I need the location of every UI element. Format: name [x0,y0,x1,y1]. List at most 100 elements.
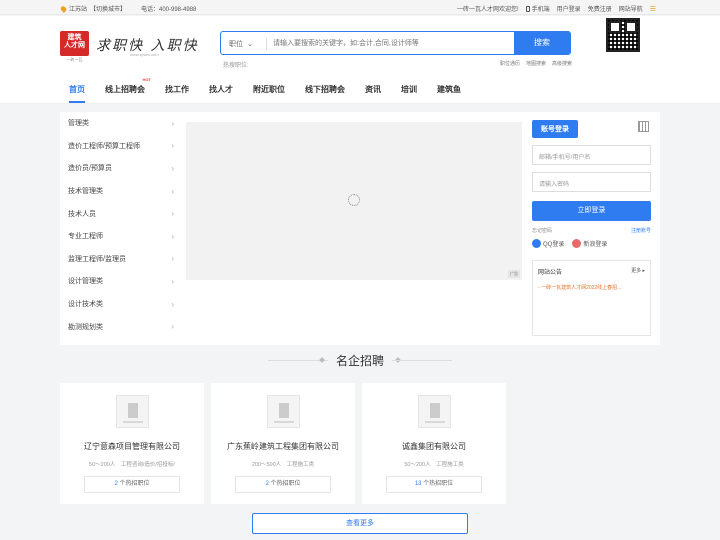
social-logins: QQ登录 新浪登录 [532,239,651,248]
chevron-right-icon: › [171,141,174,151]
ad-tag: 广告 [508,270,520,278]
nav-home[interactable]: 首页 [69,84,85,103]
site-nav-link[interactable]: 网站导航 [619,4,643,13]
nav-offline-fair[interactable]: 线下招聘会 [305,84,345,103]
nav-training[interactable]: 培训 [401,84,417,103]
category-label: 勘测规划类 [68,323,103,331]
password-field[interactable]: 请输入密码 [532,172,651,192]
forgot-password-link[interactable]: 忘记密码 [532,227,552,234]
weibo-label: 新浪登录 [583,242,608,248]
company-jobs-button[interactable]: 2 个热招职位 [84,476,180,493]
view-more-button[interactable]: 查看更多 [252,513,468,534]
category-label: 造价员/预算员 [68,165,112,173]
category-item[interactable]: 管理类 › [68,112,180,135]
hot-search-label: 热搜职位: [223,63,249,69]
search-type-select[interactable]: 职位 [229,39,253,49]
phone-icon [525,6,530,12]
header: 建筑 人才网 一砖一瓦 求职快 入职快 www.zpwm.com 职位 搜索 热… [0,16,720,73]
nav-news[interactable]: 资讯 [365,84,381,103]
nav-nearby-jobs[interactable]: 附近职位 [253,84,285,103]
nav-online-fair[interactable]: 线上招聘会 HOT [105,77,151,103]
category-item[interactable]: 专业工程师 › [68,225,180,248]
category-item[interactable]: 技术人员 › [68,202,180,225]
search-divider [266,38,267,50]
top-links: 一砖一瓦人才网欢迎您! 手机端 用户登录 免费注册 网站导航 ☰ [456,4,656,14]
search-input[interactable] [273,32,513,54]
jobs-suffix: 个热招职位 [270,481,301,487]
company-name: 辽宁意森项目管理有限公司 [84,442,180,451]
logo-line2: 人才网 [64,42,85,49]
notice-item-text: 一砖一瓦建筑人才网2022线上春招... [541,285,622,291]
weibo-login[interactable]: 新浪登录 [572,239,607,248]
welcome-text: 一砖一瓦人才网欢迎您! [456,7,519,13]
nav-find-talent[interactable]: 找人才 [209,84,233,103]
username-field[interactable]: 邮箱/手机号/用户名 [532,145,651,165]
chevron-right-icon: › [171,163,174,173]
mobile-link[interactable]: 手机端 [525,4,550,13]
company-card[interactable]: 广东蕉岭建筑工程集团有限公司 200～500人 工程施工类 2 个热招职位 [211,383,355,504]
category-list: 管理类 › 造价工程师/预算工程师 › 造价员/预算员 › 技术管理类 › 技术人员 › … [68,112,180,338]
logo-sub: 一砖一瓦 [66,57,83,62]
company-card[interactable]: 辽宁意森项目管理有限公司 50～200人 工程咨询/造价/招投标/ 2 个热招职… [60,383,204,504]
tab-account-login[interactable]: 账号登录 [532,120,578,138]
jobs-suffix: 个热招职位 [119,481,150,487]
nav-find-job[interactable]: 找工作 [165,84,189,103]
search-link-map[interactable]: 地图搜索 [526,60,546,67]
search-button[interactable]: 搜索 [514,32,570,54]
free-register-link[interactable]: 免费注册 [588,4,612,13]
category-item[interactable]: 设计管理类 › [68,270,180,293]
notice-item[interactable]: - 一砖一瓦建筑人才网2022线上春招... [533,282,650,291]
section-line-right [392,360,452,361]
location-name: 江苏站 [69,7,88,13]
menu-icon[interactable]: ☰ [650,5,656,13]
location: 江苏站 【切换城市】 [59,4,126,13]
category-item[interactable]: 勘测规划类 › [68,315,180,338]
chevron-right-icon: › [171,276,174,286]
nav-jianzhuyu[interactable]: 建筑鱼 [437,84,461,103]
notice-more-link[interactable]: 更多 ▸ [631,267,645,276]
notice-title: 网站公告 [538,270,563,276]
company-name: 诚鑫集团有限公司 [402,442,466,451]
chevron-right-icon: › [171,118,174,128]
company-meta: 200～500人 工程施工类 [251,462,315,468]
register-link[interactable]: 注册账号 [631,227,651,234]
qq-login[interactable]: QQ登录 [532,239,564,248]
category-item[interactable]: 监理工程师/监理员 › [68,248,180,271]
section-title: 名企招聘 [0,352,720,370]
category-item[interactable]: 造价工程师/预算工程师 › [68,135,180,158]
search-link-advanced[interactable]: 高级搜索 [552,60,572,67]
category-item[interactable]: 造价员/预算员 › [68,157,180,180]
category-label: 技术人员 [68,210,96,218]
search-links: 职位通历 地图搜索 高级搜索 [500,60,572,67]
category-label: 管理类 [68,120,89,128]
company-jobs-button[interactable]: 13 个热招职位 [386,476,482,493]
category-label: 造价工程师/预算工程师 [68,142,140,150]
notice-panel: 网站公告 更多 ▸ - 一砖一瓦建筑人才网2022线上春招... [532,260,651,336]
switch-city-link[interactable]: 【切换城市】 [90,4,126,13]
logo[interactable]: 建筑 人才网 [60,31,89,56]
jobs-suffix: 个热招职位 [423,481,454,487]
category-label: 监理工程师/监理员 [68,255,126,263]
jobs-count: 2 [265,481,269,487]
login-button[interactable]: 立即登录 [532,201,651,221]
main-panel: 管理类 › 造价工程师/预算工程师 › 造价员/预算员 › 技术管理类 › 技术人员 › … [60,112,660,345]
banner-carousel[interactable]: 广告 [186,122,522,280]
qr-code [606,18,640,52]
mobile-label: 手机端 [531,7,550,13]
hot-badge: HOT [142,77,151,82]
company-card[interactable]: 诚鑫集团有限公司 50～200人 工程施工类 13 个热招职位 [362,383,506,504]
chevron-right-icon: › [171,322,174,332]
chevron-right-icon: › [171,254,174,264]
search-link-resume[interactable]: 职位通历 [500,60,520,67]
category-item[interactable]: 技术管理类 › [68,180,180,203]
user-login-link[interactable]: 用户登录 [557,4,581,13]
main-nav: 首页 线上招聘会 HOT 找工作 找人才 附近职位 线下招聘会 资讯 培训 建筑鱼 [0,73,720,104]
company-jobs-button[interactable]: 2 个热招职位 [235,476,331,493]
logo-line1: 建筑 [67,34,82,41]
company-logo [418,395,451,428]
qr-login-icon[interactable] [638,121,649,132]
category-label: 专业工程师 [68,233,103,241]
company-meta: 50～200人 工程施工类 [404,462,464,468]
chevron-right-icon: › [171,299,174,309]
category-item[interactable]: 设计技术类 › [68,293,180,316]
